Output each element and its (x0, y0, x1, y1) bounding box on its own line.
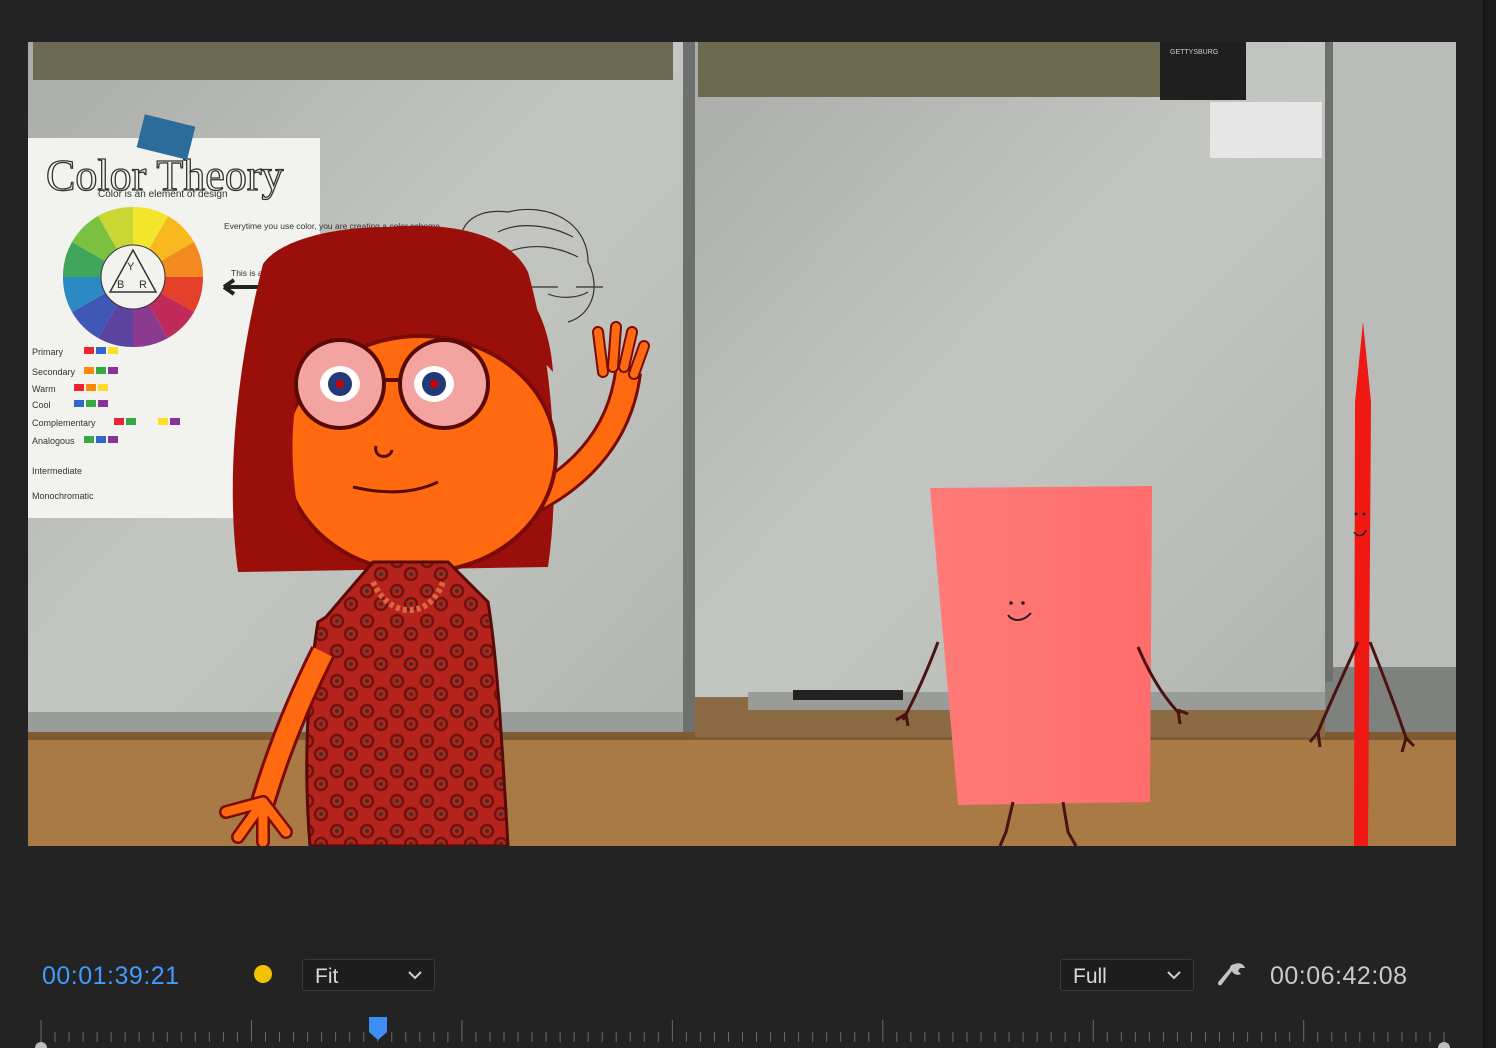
wrench-icon[interactable] (1216, 960, 1248, 990)
panel-scrollbar[interactable] (1483, 0, 1496, 1048)
poster-row-label: Primary (32, 347, 63, 357)
poster-row-label: Complementary (32, 418, 96, 428)
poster-subtitle: Color is an element of design (98, 189, 228, 200)
program-monitor-viewer[interactable]: GETTYSBURG Color Theory Color is an elem… (28, 42, 1456, 846)
marker-indicator[interactable] (254, 965, 272, 983)
time-ruler[interactable] (28, 1012, 1456, 1048)
chevron-down-icon (408, 971, 422, 980)
poster-row-label: Secondary (32, 367, 76, 377)
zoom-level-dropdown[interactable]: Fit (302, 959, 435, 991)
playback-resolution-dropdown[interactable]: Full (1060, 959, 1194, 991)
poster-row-label: Warm (32, 384, 56, 394)
current-timecode[interactable]: 00:01:39:21 (42, 962, 180, 991)
wheel-letter-b: B (117, 279, 124, 291)
color-wheel: Y B R (62, 206, 204, 348)
wheel-letter-r: R (139, 279, 147, 291)
duration-timecode: 00:06:42:08 (1270, 962, 1408, 990)
chevron-down-icon (1167, 971, 1181, 980)
poster-row-label: Analogous (32, 436, 75, 446)
notice-brand: GETTYSBURG (1170, 49, 1218, 56)
monitor-controls-bar: 00:01:39:21 Fit Full 00:06:42:08 (0, 950, 1483, 1010)
resolution-value: Full (1073, 965, 1107, 988)
playhead-icon[interactable] (367, 1016, 389, 1042)
wheel-letter-y: Y (127, 261, 135, 273)
poster-row-label: Intermediate (32, 466, 82, 476)
zoom-level-value: Fit (315, 965, 339, 988)
poster-row-label: Monochromatic (32, 491, 94, 501)
poster-row-label: Cool (32, 400, 51, 410)
